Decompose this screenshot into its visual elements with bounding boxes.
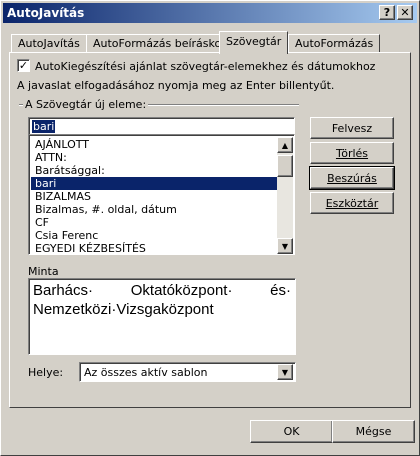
- list-item[interactable]: BIZALMAS: [31, 190, 277, 203]
- list-scrollbar[interactable]: ▲ ▼: [277, 137, 293, 254]
- autotext-list[interactable]: AJÁNLOTT ATTN: Barátsággal: bari BIZALMA…: [28, 134, 295, 255]
- location-value: Az összes aktív sablon: [84, 366, 208, 379]
- autotext-name-value: bari: [32, 120, 56, 133]
- tab-autotext[interactable]: Szövegtár: [219, 31, 289, 54]
- arrow-up-icon: ▲: [281, 140, 289, 150]
- tab-autocorrect[interactable]: AutoJavítás: [11, 34, 87, 53]
- title-bar[interactable]: AutoJavítás ? ✕: [3, 3, 417, 23]
- list-item[interactable]: Csia Ferenc: [31, 229, 277, 242]
- add-button[interactable]: Felvesz: [310, 117, 394, 139]
- insert-button-label: Beszúrás: [327, 171, 377, 185]
- close-button[interactable]: ✕: [397, 5, 413, 20]
- preview-label: Minta: [28, 265, 59, 278]
- location-label: Helye:: [28, 366, 64, 379]
- scroll-up-button[interactable]: ▲: [277, 137, 293, 153]
- add-button-label: Felvesz: [331, 121, 373, 135]
- chevron-down-icon: ▼: [281, 367, 289, 377]
- list-item[interactable]: Bizalmas, #. oldal, dátum: [31, 203, 277, 216]
- window-title: AutoJavítás: [7, 6, 85, 20]
- preview-box: Barhács· Oktatóközpont· és· Nemzetközi·V…: [28, 278, 296, 355]
- toolbar-button-label: Eszköztár: [325, 196, 379, 210]
- list-item[interactable]: CF: [31, 216, 277, 229]
- tab-autoformat-as-you-type[interactable]: AutoFormázás beíráskor: [86, 34, 233, 53]
- preview-line-1: Barhács· Oktatóközpont· és·: [33, 281, 291, 300]
- tab-autoformat[interactable]: AutoFormázás: [288, 34, 381, 53]
- location-dropdown-button[interactable]: ▼: [277, 364, 293, 380]
- preview-line-2: Nemzetközi·Vizsgaközpont: [33, 301, 214, 318]
- help-icon: ?: [383, 6, 391, 19]
- ok-button[interactable]: OK: [250, 420, 333, 443]
- list-item[interactable]: AJÁNLOTT: [31, 138, 277, 151]
- cancel-button-label: Mégse: [355, 425, 392, 438]
- autocorrect-dialog: AutoJavítás ? ✕ AutoJavítás AutoFormázás…: [0, 0, 420, 456]
- ok-button-label: OK: [283, 425, 300, 438]
- scroll-thumb[interactable]: [277, 155, 293, 177]
- arrow-down-icon: ▼: [281, 241, 289, 251]
- preview-word: Barhács·: [33, 282, 94, 299]
- preview-word: és·: [270, 282, 291, 299]
- list-item[interactable]: Barátsággal:: [31, 164, 277, 177]
- autotext-list-rows: AJÁNLOTT ATTN: Barátsággal: bari BIZALMA…: [31, 138, 277, 254]
- delete-button-label: Törlés: [335, 146, 369, 160]
- preview-word: Oktatóközpont·: [130, 282, 233, 299]
- location-select[interactable]: Az összes aktív sablon ▼: [79, 362, 296, 382]
- scroll-down-button[interactable]: ▼: [277, 238, 293, 254]
- list-item[interactable]: ATTN:: [31, 151, 277, 164]
- toolbar-button[interactable]: Eszköztár: [310, 192, 394, 214]
- close-icon: ✕: [400, 6, 410, 19]
- list-item-selected[interactable]: bari: [31, 177, 277, 190]
- autocomplete-label[interactable]: AutoKiegészítési ajánlat szövegtár-eleme…: [35, 60, 375, 73]
- autotext-group-label: A Szövegtár új eleme:: [23, 98, 149, 111]
- delete-button[interactable]: Törlés: [310, 142, 394, 164]
- list-item[interactable]: EGYEDI KÉZBESÍTÉS: [31, 242, 277, 254]
- autocomplete-checkbox[interactable]: ✓: [17, 59, 30, 72]
- preview-text: Barhács· Oktatóközpont· és· Nemzetközi·V…: [29, 279, 295, 321]
- autotext-name-input[interactable]: bari: [28, 117, 295, 135]
- cancel-button[interactable]: Mégse: [332, 420, 415, 443]
- help-button[interactable]: ?: [379, 5, 395, 20]
- autocomplete-hint: A javaslat elfogadásához nyomja meg az E…: [17, 79, 335, 92]
- insert-button[interactable]: Beszúrás: [309, 166, 395, 190]
